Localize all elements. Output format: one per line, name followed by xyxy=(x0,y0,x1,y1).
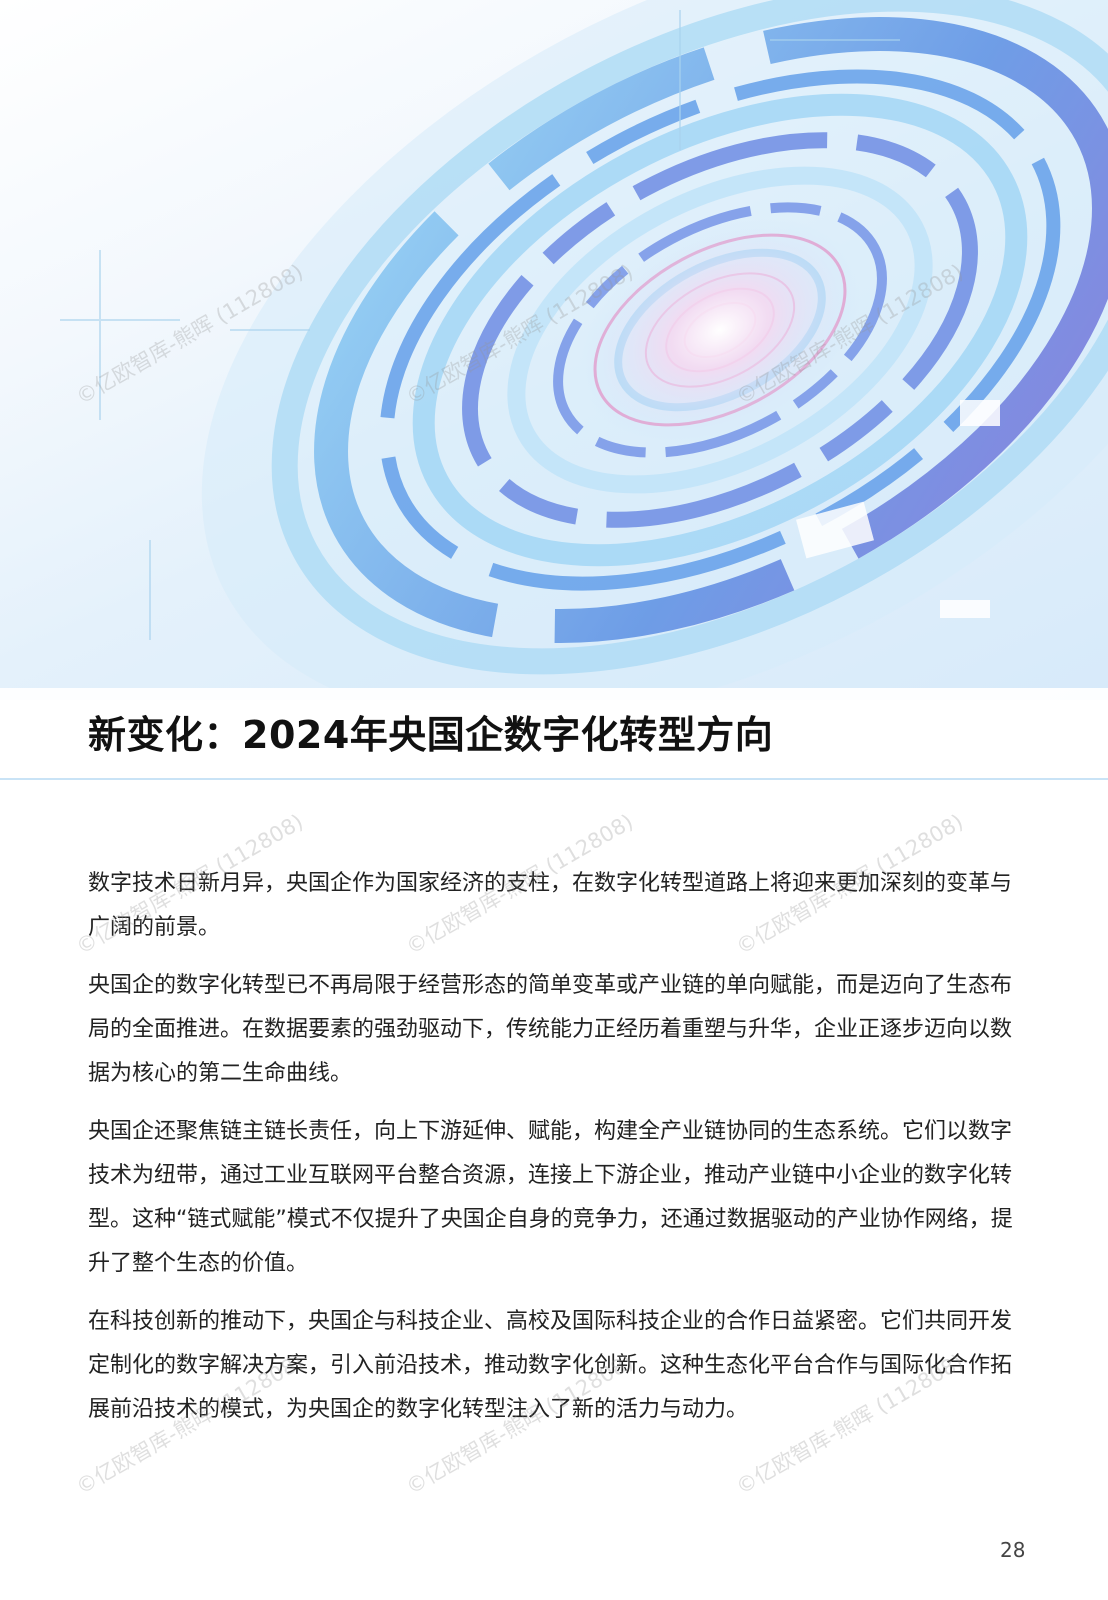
paragraph-4: 在科技创新的推动下，央国企与科技企业、高校及国际科技企业的合作日益紧密。它们共同… xyxy=(88,1309,1013,1422)
page-title: 新变化：2024年央国企数字化转型方向 xyxy=(88,713,774,757)
body-text: 数字技术日新月异，央国企作为国家经济的支柱，在数字化转型道路上将迎来更加深刻的变… xyxy=(88,862,1018,1446)
paragraph-1: 数字技术日新月异，央国企作为国家经济的支柱，在数字化转型道路上将迎来更加深刻的变… xyxy=(88,871,1013,940)
paragraph-2: 央国企的数字化转型已不再局限于经营形态的简单变革或产业链的单向赋能，而是迈向了生… xyxy=(88,973,1013,1086)
title-band: 新变化：2024年央国企数字化转型方向 xyxy=(0,688,1108,780)
hero-illustration xyxy=(0,0,1108,700)
paragraph-3: 央国企还聚焦链主链长责任，向上下游延伸、赋能，构建全产业链协同的生态系统。它们以… xyxy=(88,1119,1013,1276)
page-number: 28 xyxy=(1000,1538,1026,1562)
tech-rings-graphic xyxy=(60,0,1108,700)
